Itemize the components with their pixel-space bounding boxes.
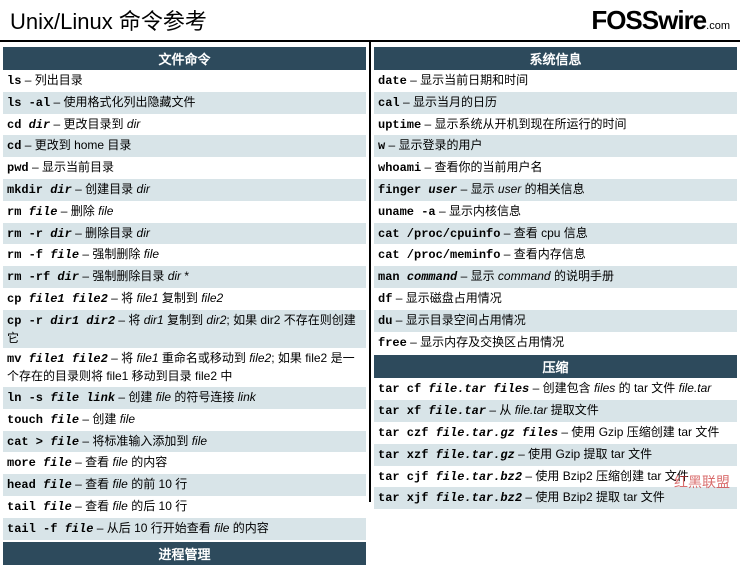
page-header: Unix/Linux 命令参考 FOSSwire.com: [0, 0, 740, 42]
command-row: date – 显示当前日期和时间: [374, 70, 737, 92]
command-row: tail -f file – 从后 10 行开始查看 file 的内容: [3, 518, 366, 540]
command-row: ln -s file link – 创建 file 的符号连接 link: [3, 387, 366, 409]
section-header-compress: 压缩: [374, 355, 737, 378]
command-row: tar cf file.tar files – 创建包含 files 的 tar…: [374, 378, 737, 400]
command-row: df – 显示磁盘占用情况: [374, 288, 737, 310]
command-row: ls – 列出目录: [3, 70, 366, 92]
command-row: rm -rf dir – 强制删除目录 dir *: [3, 266, 366, 288]
command-row: cat /proc/cpuinfo – 查看 cpu 信息: [374, 223, 737, 245]
command-row: ls -al – 使用格式化列出隐藏文件: [3, 92, 366, 114]
command-row: pwd – 显示当前目录: [3, 157, 366, 179]
page-title: Unix/Linux 命令参考: [10, 4, 207, 36]
command-row: w – 显示登录的用户: [374, 135, 737, 157]
command-row: mkdir dir – 创建目录 dir: [3, 179, 366, 201]
command-row: head file – 查看 file 的前 10 行: [3, 474, 366, 496]
brand-logo: FOSSwire.com: [591, 5, 730, 36]
command-row: rm -f file – 强制删除 file: [3, 244, 366, 266]
right-column: 系统信息 date – 显示当前日期和时间cal – 显示当月的日历uptime…: [371, 42, 740, 502]
command-row: touch file – 创建 file: [3, 409, 366, 431]
section-header-process: 进程管理: [3, 542, 366, 565]
command-row: mv file1 file2 – 将 file1 重命名或移动到 file2; …: [3, 348, 366, 387]
command-row: tail file – 查看 file 的后 10 行: [3, 496, 366, 518]
command-row: cat > file – 将标准输入添加到 file: [3, 431, 366, 453]
command-row: cd dir – 更改目录到 dir: [3, 114, 366, 136]
content-columns: 文件命令 ls – 列出目录ls -al – 使用格式化列出隐藏文件cd dir…: [0, 42, 740, 502]
command-row: tar xf file.tar – 从 file.tar 提取文件: [374, 400, 737, 422]
sysinfo-commands-list: date – 显示当前日期和时间cal – 显示当月的日历uptime – 显示…: [374, 70, 737, 353]
command-row: tar xzf file.tar.gz – 使用 Gzip 提取 tar 文件: [374, 444, 737, 466]
left-column: 文件命令 ls – 列出目录ls -al – 使用格式化列出隐藏文件cd dir…: [0, 42, 371, 502]
command-row: man command – 显示 command 的说明手册: [374, 266, 737, 288]
command-row: uptime – 显示系统从开机到现在所运行的时间: [374, 114, 737, 136]
command-row: cp file1 file2 – 将 file1 复制到 file2: [3, 288, 366, 310]
section-header-sysinfo: 系统信息: [374, 47, 737, 70]
watermark: 红黑联盟: [674, 472, 730, 492]
command-row: cat /proc/meminfo – 查看内存信息: [374, 244, 737, 266]
command-row: cd – 更改到 home 目录: [3, 135, 366, 157]
command-row: du – 显示目录空间占用情况: [374, 310, 737, 332]
command-row: uname -a – 显示内核信息: [374, 201, 737, 223]
command-row: cal – 显示当月的日历: [374, 92, 737, 114]
command-row: rm file – 删除 file: [3, 201, 366, 223]
command-row: free – 显示内存及交换区占用情况: [374, 332, 737, 354]
command-row: cp -r dir1 dir2 – 将 dir1 复制到 dir2; 如果 di…: [3, 310, 366, 349]
section-header-file: 文件命令: [3, 47, 366, 70]
command-row: whoami – 查看你的当前用户名: [374, 157, 737, 179]
command-row: tar czf file.tar.gz files – 使用 Gzip 压缩创建…: [374, 422, 737, 444]
command-row: finger user – 显示 user 的相关信息: [374, 179, 737, 201]
file-commands-list: ls – 列出目录ls -al – 使用格式化列出隐藏文件cd dir – 更改…: [3, 70, 366, 540]
command-row: rm -r dir – 删除目录 dir: [3, 223, 366, 245]
command-row: more file – 查看 file 的内容: [3, 452, 366, 474]
